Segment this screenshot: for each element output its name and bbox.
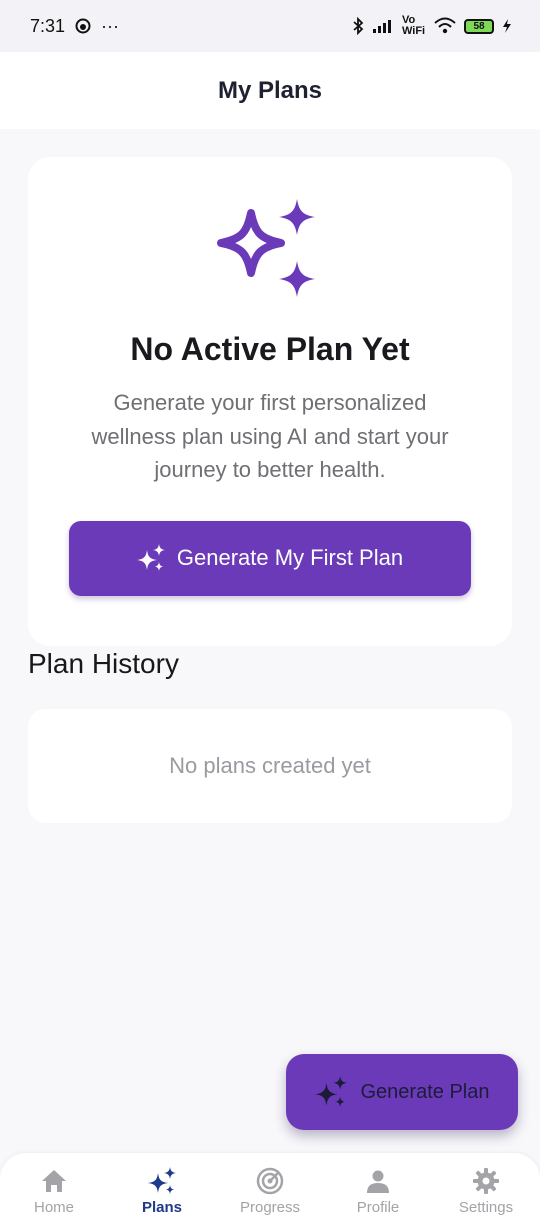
sparkles-icon: [136, 544, 165, 571]
nav-item-settings[interactable]: Settings: [436, 1167, 536, 1216]
nav-label-progress: Progress: [239, 1199, 301, 1216]
generate-plan-fab-label: Generate Plan: [360, 1080, 490, 1103]
page-title: My Plans: [217, 76, 323, 104]
empty-state-description: Generate your first personalized wellnes…: [91, 390, 449, 482]
nav-item-progress[interactable]: Progress: [220, 1167, 320, 1216]
nav-label-plans: Plans: [141, 1199, 183, 1216]
nav-label-home: Home: [33, 1199, 74, 1216]
sparkles-icon: [148, 1167, 176, 1194]
status-right: Vo WiFi 58: [352, 15, 512, 37]
nav-item-profile[interactable]: Profile: [328, 1167, 428, 1216]
battery-icon: 58: [464, 18, 494, 34]
generate-first-plan-label: Generate My First Plan: [176, 545, 404, 570]
generate-first-plan-button[interactable]: Generate My First Plan: [69, 520, 471, 596]
sparkles-icon: [217, 199, 315, 297]
signal-icon: [373, 20, 391, 33]
vowifi-label: Vo WiFi: [402, 14, 426, 37]
notification-icon: [75, 18, 91, 34]
empty-state-title: No Active Plan Yet: [130, 331, 410, 367]
bottom-navigation: Home Plans Progress Profile Settings: [0, 1153, 540, 1230]
gear-icon: [473, 1168, 499, 1194]
plan-history-card: No plans created yet: [28, 709, 512, 823]
plan-history-empty-text: No plans created yet: [169, 753, 371, 778]
person-icon: [367, 1170, 389, 1193]
nav-item-plans[interactable]: Plans: [112, 1167, 212, 1216]
wifi-icon: [434, 17, 456, 34]
empty-plan-card: No Active Plan Yet Generate your first p…: [28, 157, 512, 646]
sparkles-icon: [314, 1076, 347, 1107]
plan-history-title: Plan History: [28, 648, 179, 679]
charging-icon: [503, 19, 511, 33]
nav-label-settings: Settings: [458, 1199, 514, 1216]
status-left: 7:31 ···: [30, 16, 119, 37]
status-bar: 7:31 ··· Vo WiFi 58: [0, 0, 540, 52]
generate-plan-fab[interactable]: Generate Plan: [286, 1054, 518, 1130]
radar-icon: [256, 1167, 284, 1195]
status-more: ···: [101, 15, 120, 36]
app-bar: My Plans: [0, 52, 540, 129]
nav-label-profile: Profile: [356, 1199, 400, 1216]
status-time: 7:31: [30, 15, 66, 36]
home-icon: [42, 1170, 66, 1192]
nav-item-home[interactable]: Home: [4, 1167, 104, 1216]
bluetooth-icon: [353, 17, 364, 35]
